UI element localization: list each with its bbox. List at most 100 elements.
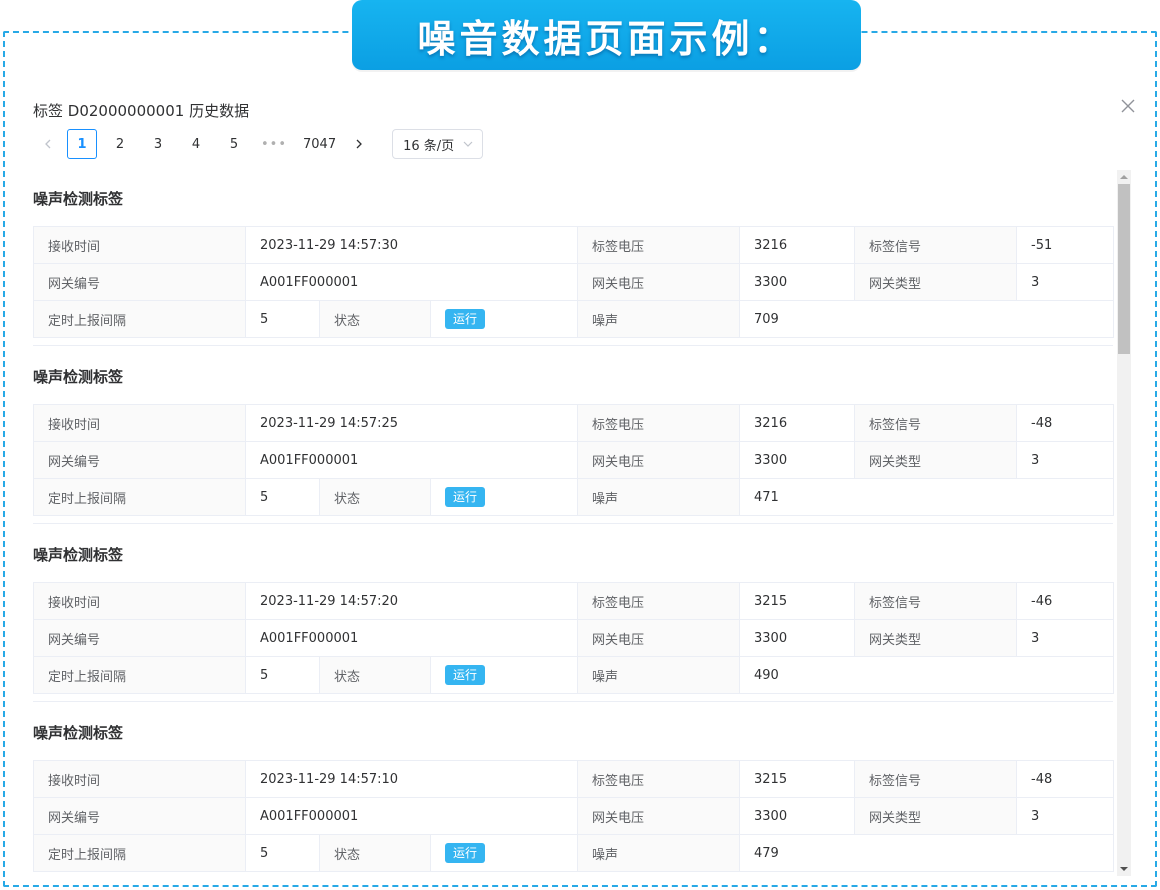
tag-voltage-value: 3216 <box>739 226 856 264</box>
prev-page-button[interactable] <box>33 129 63 159</box>
gateway-type-label: 网关类型 <box>854 619 1018 657</box>
table-row: 定时上报间隔 5 状态 运行 噪声 479 <box>33 834 1115 872</box>
table-row: 网关编号 A001FF000001 网关电压 3300 网关类型 3 <box>33 263 1115 301</box>
status-badge[interactable]: 运行 <box>445 843 486 863</box>
page-1-button[interactable]: 1 <box>67 129 97 159</box>
records-scroll-area[interactable]: 噪声检测标签 接收时间 2023-11-29 14:57:30 标签电压 321… <box>33 168 1133 876</box>
receive-time-value: 2023-11-29 14:57:10 <box>244 760 579 798</box>
scroll-down-icon[interactable] <box>1120 865 1128 873</box>
gateway-type-label: 网关类型 <box>854 797 1018 835</box>
scrollbar-thumb[interactable] <box>1118 184 1130 354</box>
record-title: 噪声检测标签 <box>33 189 124 208</box>
status-badge[interactable]: 运行 <box>445 309 486 329</box>
tag-signal-value: -48 <box>1016 760 1115 798</box>
gateway-type-label: 网关类型 <box>854 441 1018 479</box>
report-interval-label: 定时上报间隔 <box>33 478 246 516</box>
record-card: 噪声检测标签 接收时间 2023-11-29 14:57:25 标签电压 321… <box>33 346 1133 524</box>
page-size-value: 16 条/页 <box>403 138 455 154</box>
tag-signal-value: -48 <box>1016 404 1115 442</box>
record-table: 接收时间 2023-11-29 14:57:10 标签电压 3215 标签信号 … <box>33 760 1115 872</box>
gateway-voltage-label: 网关电压 <box>577 441 741 479</box>
receive-time-value: 2023-11-29 14:57:30 <box>244 226 579 264</box>
noise-value: 709 <box>739 300 1115 338</box>
tag-voltage-label: 标签电压 <box>577 760 741 798</box>
next-page-button[interactable] <box>344 129 374 159</box>
receive-time-value: 2023-11-29 14:57:25 <box>244 404 579 442</box>
page-size-select[interactable]: 16 条/页 <box>392 129 484 159</box>
record-card: 噪声检测标签 接收时间 2023-11-29 14:57:30 标签电压 321… <box>33 168 1133 346</box>
gateway-id-label: 网关编号 <box>33 619 246 657</box>
tag-signal-value: -51 <box>1016 226 1115 264</box>
record-table: 接收时间 2023-11-29 14:57:30 标签电压 3216 标签信号 … <box>33 226 1115 338</box>
table-row: 定时上报间隔 5 状态 运行 噪声 490 <box>33 656 1115 694</box>
dialog-title: 标签 D02000000001 历史数据 <box>33 102 250 120</box>
page-2-button[interactable]: 2 <box>105 129 135 159</box>
noise-label: 噪声 <box>577 834 741 872</box>
noise-label: 噪声 <box>577 478 741 516</box>
tag-voltage-label: 标签电压 <box>577 226 741 264</box>
records-list: 噪声检测标签 接收时间 2023-11-29 14:57:30 标签电压 321… <box>33 168 1133 876</box>
receive-time-label: 接收时间 <box>33 404 246 442</box>
gateway-type-value: 3 <box>1016 441 1115 479</box>
report-interval-label: 定时上报间隔 <box>33 656 246 694</box>
status-badge[interactable]: 运行 <box>445 665 486 685</box>
status-label: 状态 <box>319 478 431 516</box>
record-title: 噪声检测标签 <box>33 367 124 386</box>
gateway-id-value: A001FF000001 <box>244 441 579 479</box>
record-title: 噪声检测标签 <box>33 723 124 742</box>
gateway-voltage-label: 网关电压 <box>577 263 741 301</box>
table-row: 网关编号 A001FF000001 网关电压 3300 网关类型 3 <box>33 619 1115 657</box>
gateway-id-label: 网关编号 <box>33 441 246 479</box>
status-badge[interactable]: 运行 <box>445 487 486 507</box>
page-3-button[interactable]: 3 <box>143 129 173 159</box>
table-row: 接收时间 2023-11-29 14:57:25 标签电压 3216 标签信号 … <box>33 404 1115 442</box>
gateway-voltage-label: 网关电压 <box>577 797 741 835</box>
receive-time-label: 接收时间 <box>33 226 246 264</box>
tag-voltage-value: 3216 <box>739 404 856 442</box>
pagination: 1 2 3 4 5 ••• 7047 16 条/页 <box>33 129 484 159</box>
gateway-type-value: 3 <box>1016 619 1115 657</box>
gateway-id-value: A001FF000001 <box>244 263 579 301</box>
banner: 噪音数据页面示例： <box>352 0 861 70</box>
status-cell: 运行 <box>429 656 579 694</box>
gateway-voltage-value: 3300 <box>739 619 856 657</box>
report-interval-value: 5 <box>245 834 320 872</box>
tag-signal-label: 标签信号 <box>854 582 1018 620</box>
table-row: 定时上报间隔 5 状态 运行 噪声 471 <box>33 478 1115 516</box>
status-cell: 运行 <box>429 300 579 338</box>
scroll-up-icon[interactable] <box>1120 173 1128 181</box>
status-cell: 运行 <box>429 478 579 516</box>
tag-signal-label: 标签信号 <box>854 760 1018 798</box>
close-icon[interactable] <box>1118 96 1138 116</box>
receive-time-value: 2023-11-29 14:57:20 <box>244 582 579 620</box>
report-interval-label: 定时上报间隔 <box>33 834 246 872</box>
receive-time-label: 接收时间 <box>33 760 246 798</box>
record-table: 接收时间 2023-11-29 14:57:20 标签电压 3215 标签信号 … <box>33 582 1115 694</box>
gateway-id-label: 网关编号 <box>33 797 246 835</box>
vertical-scrollbar[interactable] <box>1117 170 1131 876</box>
gateway-id-value: A001FF000001 <box>244 619 579 657</box>
gateway-type-value: 3 <box>1016 797 1115 835</box>
report-interval-value: 5 <box>245 656 320 694</box>
table-row: 网关编号 A001FF000001 网关电压 3300 网关类型 3 <box>33 441 1115 479</box>
page-5-button[interactable]: 5 <box>219 129 249 159</box>
gateway-voltage-value: 3300 <box>739 797 856 835</box>
chevron-right-icon <box>356 139 363 149</box>
table-row: 网关编号 A001FF000001 网关电压 3300 网关类型 3 <box>33 797 1115 835</box>
page-last-button[interactable]: 7047 <box>299 129 340 159</box>
receive-time-label: 接收时间 <box>33 582 246 620</box>
report-interval-value: 5 <box>245 300 320 338</box>
gateway-voltage-value: 3300 <box>739 441 856 479</box>
status-label: 状态 <box>319 656 431 694</box>
table-row: 接收时间 2023-11-29 14:57:10 标签电压 3215 标签信号 … <box>33 760 1115 798</box>
gateway-id-value: A001FF000001 <box>244 797 579 835</box>
status-label: 状态 <box>319 834 431 872</box>
page-4-button[interactable]: 4 <box>181 129 211 159</box>
record-card: 噪声检测标签 接收时间 2023-11-29 14:57:20 标签电压 321… <box>33 524 1133 702</box>
tag-voltage-value: 3215 <box>739 582 856 620</box>
report-interval-value: 5 <box>245 478 320 516</box>
noise-value: 471 <box>739 478 1115 516</box>
tag-signal-value: -46 <box>1016 582 1115 620</box>
tag-voltage-label: 标签电压 <box>577 582 741 620</box>
page-ellipsis[interactable]: ••• <box>257 129 291 159</box>
